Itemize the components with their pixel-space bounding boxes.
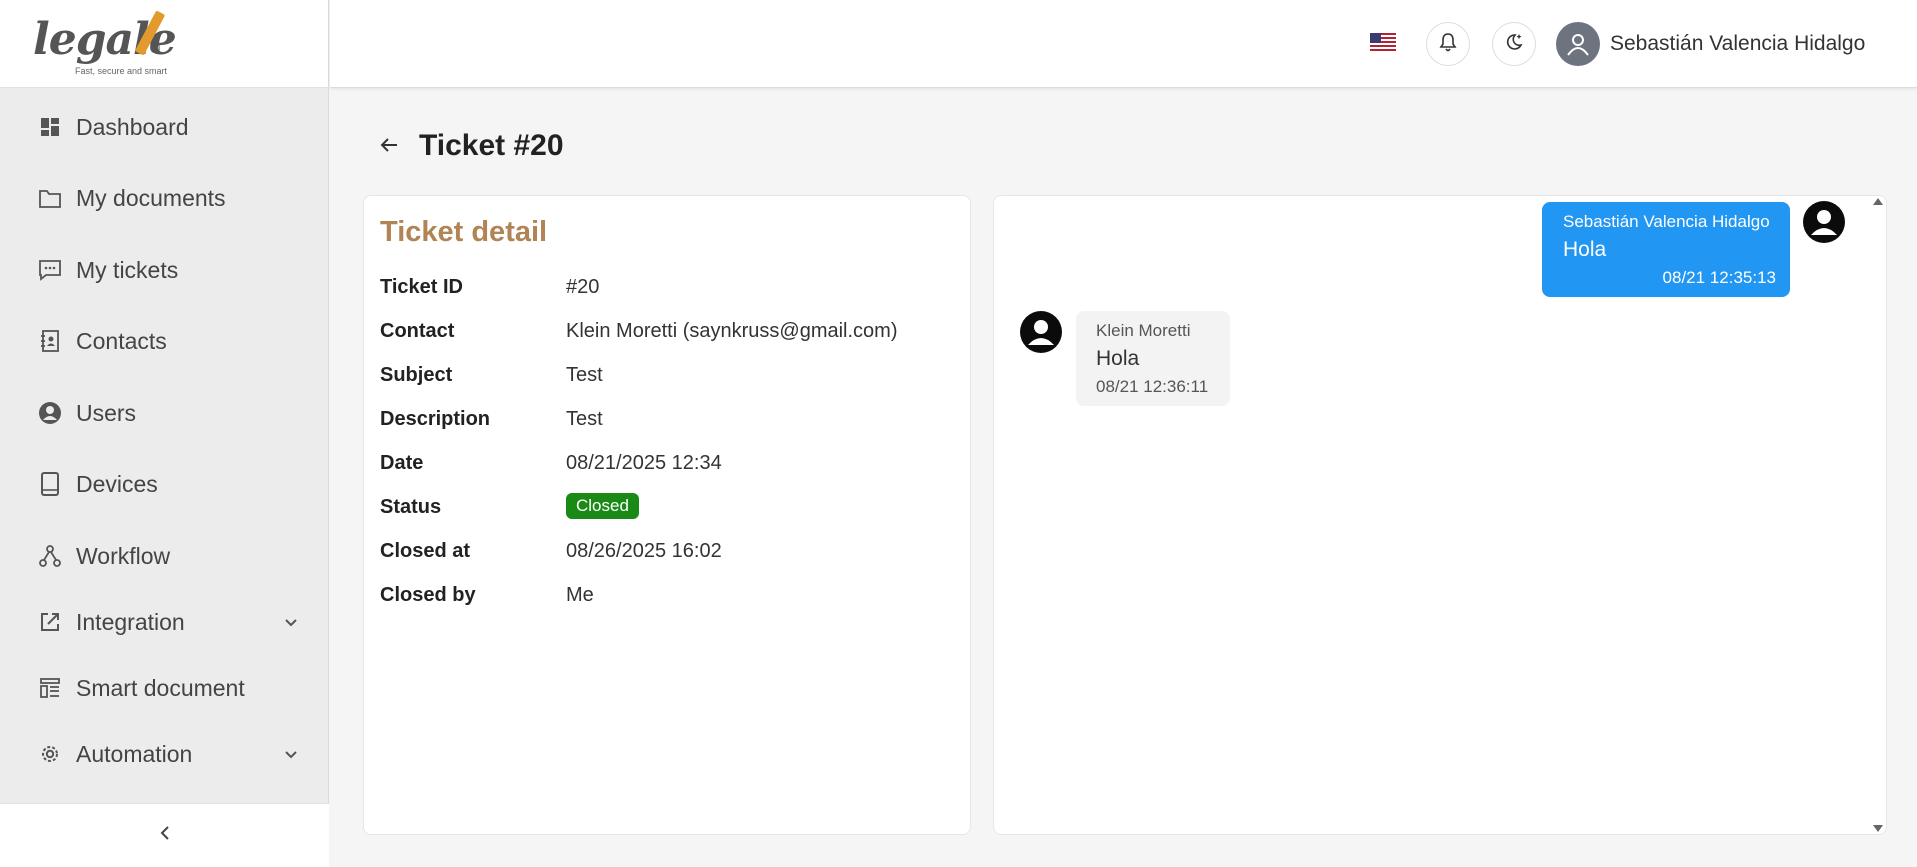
us-flag-icon[interactable]: [1370, 33, 1396, 53]
detail-value: Me: [566, 584, 594, 606]
moon-icon: [1504, 32, 1524, 57]
logo-registered-mark: ®: [150, 40, 161, 56]
sidebar-item-workflow[interactable]: Workflow: [0, 526, 329, 586]
logo-tagline: Fast, secure and smart: [75, 66, 168, 76]
detail-row-contact: Contact Klein Moretti (saynkruss@gmail.c…: [380, 316, 960, 346]
status-badge: Closed: [566, 493, 639, 519]
sidebar-item-dashboard[interactable]: Dashboard: [0, 97, 329, 157]
detail-key: Ticket ID: [380, 276, 463, 298]
dashboard-icon: [38, 115, 62, 139]
chat-icon: [38, 258, 62, 282]
sidebar-item-label: Smart document: [76, 674, 245, 701]
detail-row-status: Status Closed: [380, 492, 960, 522]
detail-value: 08/26/2025 16:02: [566, 540, 722, 562]
sidebar-item-label: Dashboard: [76, 113, 189, 140]
top-header: Sebastián Valencia Hidalgo: [330, 0, 1917, 88]
chevron-down-icon[interactable]: [283, 614, 299, 630]
user-circle-icon: [38, 401, 62, 425]
sidebar-item-label: Contacts: [76, 327, 167, 354]
detail-value: Test: [566, 408, 603, 430]
sidebar-collapse-button[interactable]: [0, 803, 329, 867]
ticket-detail-card: Ticket detail Ticket ID #20 Contact Klei…: [363, 195, 971, 835]
sidebar-item-label: My tickets: [76, 256, 179, 283]
bell-icon: [1439, 32, 1457, 57]
sidebar: legale ® Fast, secure and smart Dashboar…: [0, 0, 329, 867]
user-name[interactable]: Sebastián Valencia Hidalgo: [1610, 32, 1865, 56]
logo[interactable]: legale ® Fast, secure and smart: [0, 0, 328, 88]
theme-toggle-button[interactable]: [1492, 22, 1536, 66]
sidebar-item-integration[interactable]: Integration: [0, 592, 329, 652]
page-title: Ticket #20: [419, 129, 564, 162]
message-time: 08/21 12:35:13: [1662, 268, 1776, 287]
message-text: Hola: [1563, 238, 1607, 261]
detail-row-closed-by: Closed by Me: [380, 580, 960, 610]
avatar: [1803, 201, 1845, 243]
scroll-up-arrow-icon[interactable]: [1873, 198, 1883, 205]
gear-icon: [38, 742, 62, 766]
detail-row-description: Description Test: [380, 404, 960, 434]
arrow-left-icon: [379, 136, 399, 159]
message-sender: Sebastián Valencia Hidalgo: [1563, 212, 1770, 231]
sidebar-item-my-documents[interactable]: My documents: [0, 168, 329, 228]
detail-key: Contact: [380, 320, 455, 342]
detail-row-ticket-id: Ticket ID #20: [380, 272, 960, 302]
sidebar-item-label: Integration: [76, 608, 185, 635]
detail-key: Closed at: [380, 540, 471, 562]
sidebar-item-label: Automation: [76, 740, 193, 767]
message-text: Hola: [1096, 347, 1140, 370]
tablet-icon: [38, 472, 62, 496]
avatar: [1020, 311, 1062, 353]
chat-message-incoming: Klein Moretti Hola 08/21 12:36:11: [1076, 311, 1230, 406]
detail-key: Subject: [380, 364, 453, 386]
external-link-icon: [38, 610, 62, 634]
folder-icon: [38, 186, 62, 210]
sidebar-item-label: Devices: [76, 470, 158, 497]
chat-scrollbar[interactable]: [1871, 195, 1885, 835]
sidebar-item-my-tickets[interactable]: My tickets: [0, 240, 329, 300]
sidebar-item-contacts[interactable]: Contacts: [0, 311, 329, 371]
detail-value: Test: [566, 364, 603, 386]
notifications-button[interactable]: [1426, 22, 1470, 66]
sidebar-item-devices[interactable]: Devices: [0, 454, 329, 514]
message-sender: Klein Moretti: [1096, 321, 1191, 340]
contacts-book-icon: [38, 329, 62, 353]
message-time: 08/21 12:36:11: [1096, 377, 1209, 396]
detail-row-closed-at: Closed at 08/26/2025 16:02: [380, 536, 960, 566]
chevron-down-icon[interactable]: [283, 746, 299, 762]
detail-value: 08/21/2025 12:34: [566, 452, 722, 474]
sidebar-item-automation[interactable]: Automation: [0, 724, 329, 784]
detail-row-date: Date 08/21/2025 12:34: [380, 448, 960, 478]
chat-message-outgoing: Sebastián Valencia Hidalgo Hola 08/21 12…: [1542, 202, 1790, 297]
scroll-down-arrow-icon[interactable]: [1873, 825, 1883, 832]
sidebar-item-label: Users: [76, 399, 137, 426]
smart-document-icon: [38, 676, 62, 700]
detail-key: Closed by: [380, 584, 476, 606]
detail-key: Status: [380, 496, 442, 518]
sidebar-item-label: My documents: [76, 184, 226, 211]
detail-key: Date: [380, 452, 424, 474]
chevron-left-icon: [157, 824, 173, 847]
sidebar-item-smart-document[interactable]: Smart document: [0, 658, 329, 718]
detail-value: Klein Moretti (saynkruss@gmail.com): [566, 320, 898, 342]
detail-value: #20: [566, 276, 600, 298]
detail-key: Description: [380, 408, 491, 430]
workflow-icon: [38, 544, 62, 568]
ticket-detail-title: Ticket detail: [380, 216, 548, 248]
detail-row-subject: Subject Test: [380, 360, 960, 390]
back-button[interactable]: [376, 134, 402, 160]
sidebar-item-users[interactable]: Users: [0, 383, 329, 443]
sidebar-item-label: Workflow: [76, 542, 171, 569]
avatar[interactable]: [1556, 22, 1600, 66]
